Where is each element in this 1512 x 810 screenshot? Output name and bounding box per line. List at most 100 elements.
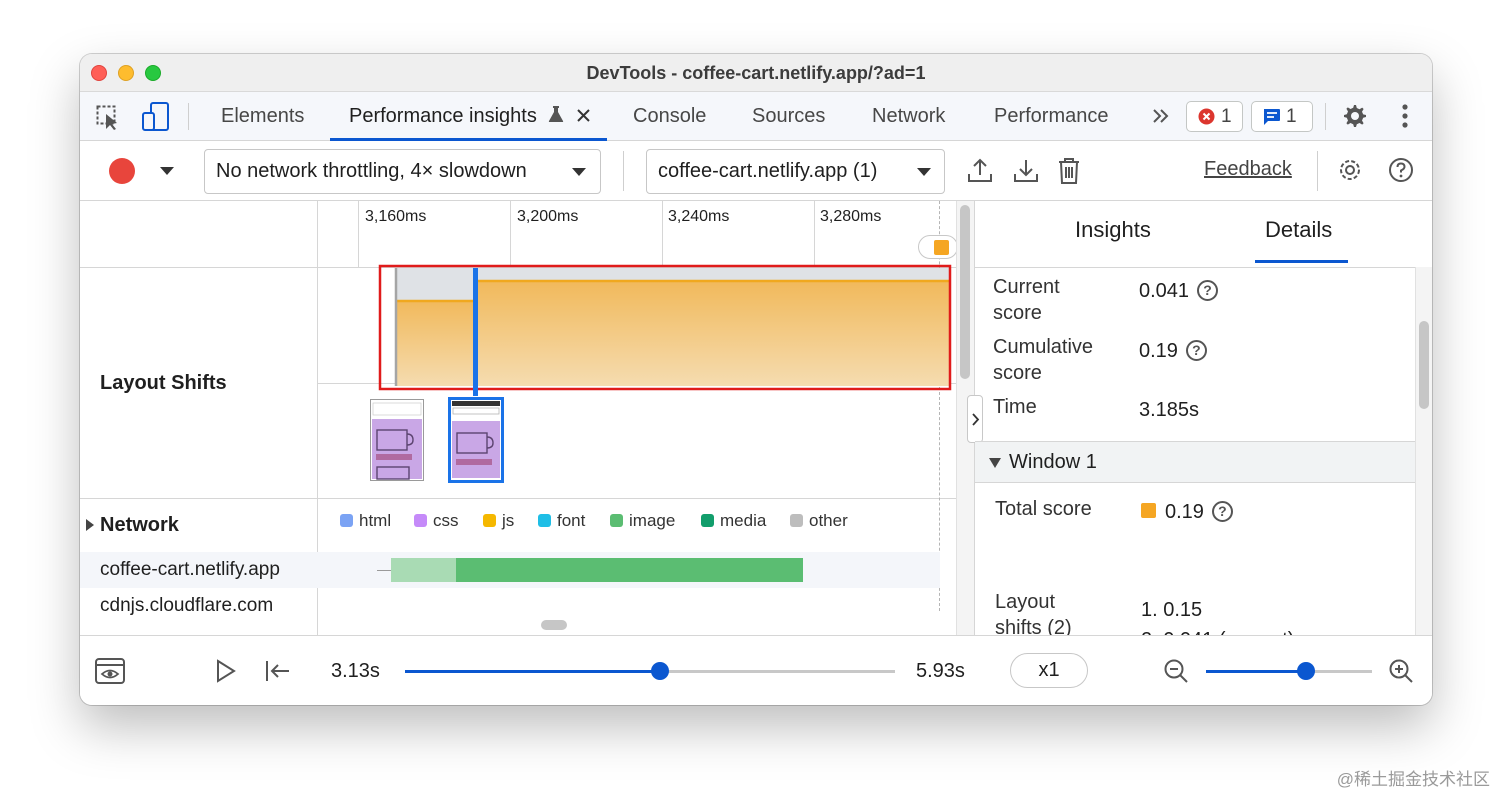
tab-performance[interactable]: Performance <box>994 92 1109 141</box>
playback-end-time: 5.93s <box>916 660 965 682</box>
record-button[interactable] <box>109 158 135 184</box>
zoom-in-icon[interactable] <box>1388 658 1414 684</box>
recording-select[interactable]: coffee-cart.netlify.app (1) <box>646 149 945 194</box>
collapse-triangle-icon <box>989 458 1001 468</box>
more-options-icon[interactable] <box>1398 103 1412 129</box>
time-tick-label: 3,280ms <box>820 208 882 225</box>
tab-insights[interactable]: Insights <box>1075 217 1151 243</box>
tick-line <box>358 201 359 267</box>
vertical-scrollbar-thumb[interactable] <box>960 205 970 379</box>
tab-details[interactable]: Details <box>1265 217 1332 243</box>
tab-sources[interactable]: Sources <box>752 92 825 141</box>
legend-label: other <box>809 511 848 530</box>
time-tick-label: 3,240ms <box>668 208 730 225</box>
layout-shift-item[interactable]: 1. 0.15 <box>1141 599 1202 622</box>
title-bar: DevTools - coffee-cart.netlify.app/?ad=1 <box>80 54 1432 92</box>
request-wait-line <box>377 570 391 571</box>
network-track-label[interactable]: Network <box>100 514 179 537</box>
sidebar-scrollbar-thumb[interactable] <box>1419 321 1429 409</box>
capture-settings-gear-icon[interactable] <box>1337 157 1363 183</box>
settings-gear-icon[interactable] <box>1342 103 1368 129</box>
legend-js: js <box>483 511 514 531</box>
layout-shift-chart <box>378 264 952 391</box>
layout-shifts-track-label: Layout Shifts <box>100 372 227 394</box>
layout-shift-screenshot-2[interactable] <box>448 397 504 483</box>
timeline-panel: 3,160ms 3,200ms 3,240ms 3,280ms Layout S… <box>80 201 974 635</box>
cumulative-score-value: 0.19? <box>1139 340 1207 363</box>
legend-label: font <box>557 511 586 530</box>
current-score-number: 0.041 <box>1139 280 1190 302</box>
layout-shift-1-area[interactable] <box>396 301 476 386</box>
toolbar-divider <box>188 103 189 130</box>
current-time-cursor[interactable] <box>473 268 478 396</box>
playback-speed-button[interactable]: x1 <box>1010 653 1088 688</box>
current-score-label: Current score <box>993 276 1060 324</box>
close-tab-icon[interactable] <box>577 109 590 122</box>
zoom-slider-fill <box>1206 670 1306 673</box>
active-sidebar-tab-indicator <box>1255 260 1348 263</box>
throttling-value: No network throttling, 4× slowdown <box>216 160 527 182</box>
window-title: DevTools - coffee-cart.netlify.app/?ad=1 <box>586 63 926 83</box>
total-score-label: Total score <box>995 498 1092 520</box>
request-download-bar[interactable] <box>391 558 456 582</box>
panel-tab-bar: Elements Performance insights Console So… <box>80 92 1432 141</box>
legend-swatch <box>610 514 623 527</box>
help-icon[interactable]: ? <box>1211 501 1233 522</box>
cumulative-score-number: 0.19 <box>1139 340 1178 362</box>
playback-slider-thumb[interactable] <box>650 662 669 680</box>
layout-shift-2-area[interactable] <box>476 281 949 386</box>
jump-to-start-icon[interactable] <box>265 659 291 683</box>
toolbar-divider <box>1325 103 1326 130</box>
sidebar-scrollbar[interactable] <box>1415 267 1432 635</box>
download-icon[interactable] <box>1012 157 1040 185</box>
tab-network[interactable]: Network <box>872 92 945 141</box>
tab-elements[interactable]: Elements <box>221 92 304 141</box>
time-value: 3.185s <box>1139 399 1200 421</box>
legend-label: css <box>433 511 459 530</box>
delete-trash-icon[interactable] <box>1057 156 1081 186</box>
layout-shift-screenshot-1[interactable] <box>370 399 424 481</box>
screenshot-preview-eye-icon[interactable] <box>95 658 125 684</box>
help-icon[interactable]: ? <box>1197 280 1219 301</box>
errors-badge[interactable]: 1 <box>1186 101 1243 132</box>
device-toolbar-icon[interactable] <box>142 102 170 132</box>
watermark: @稀土掘金技术社区 <box>1336 770 1490 789</box>
legend-label: html <box>359 511 392 530</box>
record-options-chevron-icon[interactable] <box>160 167 174 175</box>
time-tick-label: 3,160ms <box>365 208 427 225</box>
more-tabs-chevron-icon[interactable] <box>1152 108 1170 124</box>
experiment-flask-icon <box>549 106 564 122</box>
network-divider <box>80 498 974 499</box>
inspect-element-icon[interactable] <box>96 105 122 131</box>
messages-badge[interactable]: 1 <box>1251 101 1313 132</box>
throttling-select[interactable]: No network throttling, 4× slowdown <box>204 149 601 194</box>
tick-line <box>662 201 663 267</box>
window-section-header[interactable]: Window 1 <box>975 441 1415 483</box>
zoom-slider-thumb[interactable] <box>1296 662 1315 680</box>
collapse-sidebar-button[interactable] <box>967 395 983 443</box>
tab-performance-insights[interactable]: Performance insights <box>349 92 590 141</box>
request-image-bar[interactable] <box>456 558 803 582</box>
help-icon[interactable] <box>1388 157 1414 183</box>
upload-icon[interactable] <box>966 157 994 185</box>
legend-font: font <box>538 511 585 531</box>
window-marker[interactable] <box>918 235 958 259</box>
play-icon[interactable] <box>215 659 237 683</box>
help-icon[interactable]: ? <box>1185 340 1207 361</box>
window-color-swatch <box>934 240 949 255</box>
feedback-link[interactable]: Feedback <box>1204 158 1292 181</box>
legend-label: image <box>629 511 676 530</box>
window-title: Window 1 <box>1009 451 1097 473</box>
horizontal-scrollbar-thumb[interactable] <box>541 620 567 630</box>
time-label: Time <box>993 396 1037 418</box>
legend-image: image <box>610 511 675 531</box>
zoom-out-icon[interactable] <box>1163 658 1189 684</box>
tick-line <box>814 201 815 267</box>
tab-console[interactable]: Console <box>633 92 706 141</box>
window-color-swatch <box>1141 503 1156 518</box>
legend-swatch <box>538 514 551 527</box>
legend-label: media <box>720 511 767 530</box>
time-tick-label: 3,200ms <box>517 208 579 225</box>
legend-swatch <box>483 514 496 527</box>
expand-network-chevron-icon[interactable] <box>85 519 95 531</box>
